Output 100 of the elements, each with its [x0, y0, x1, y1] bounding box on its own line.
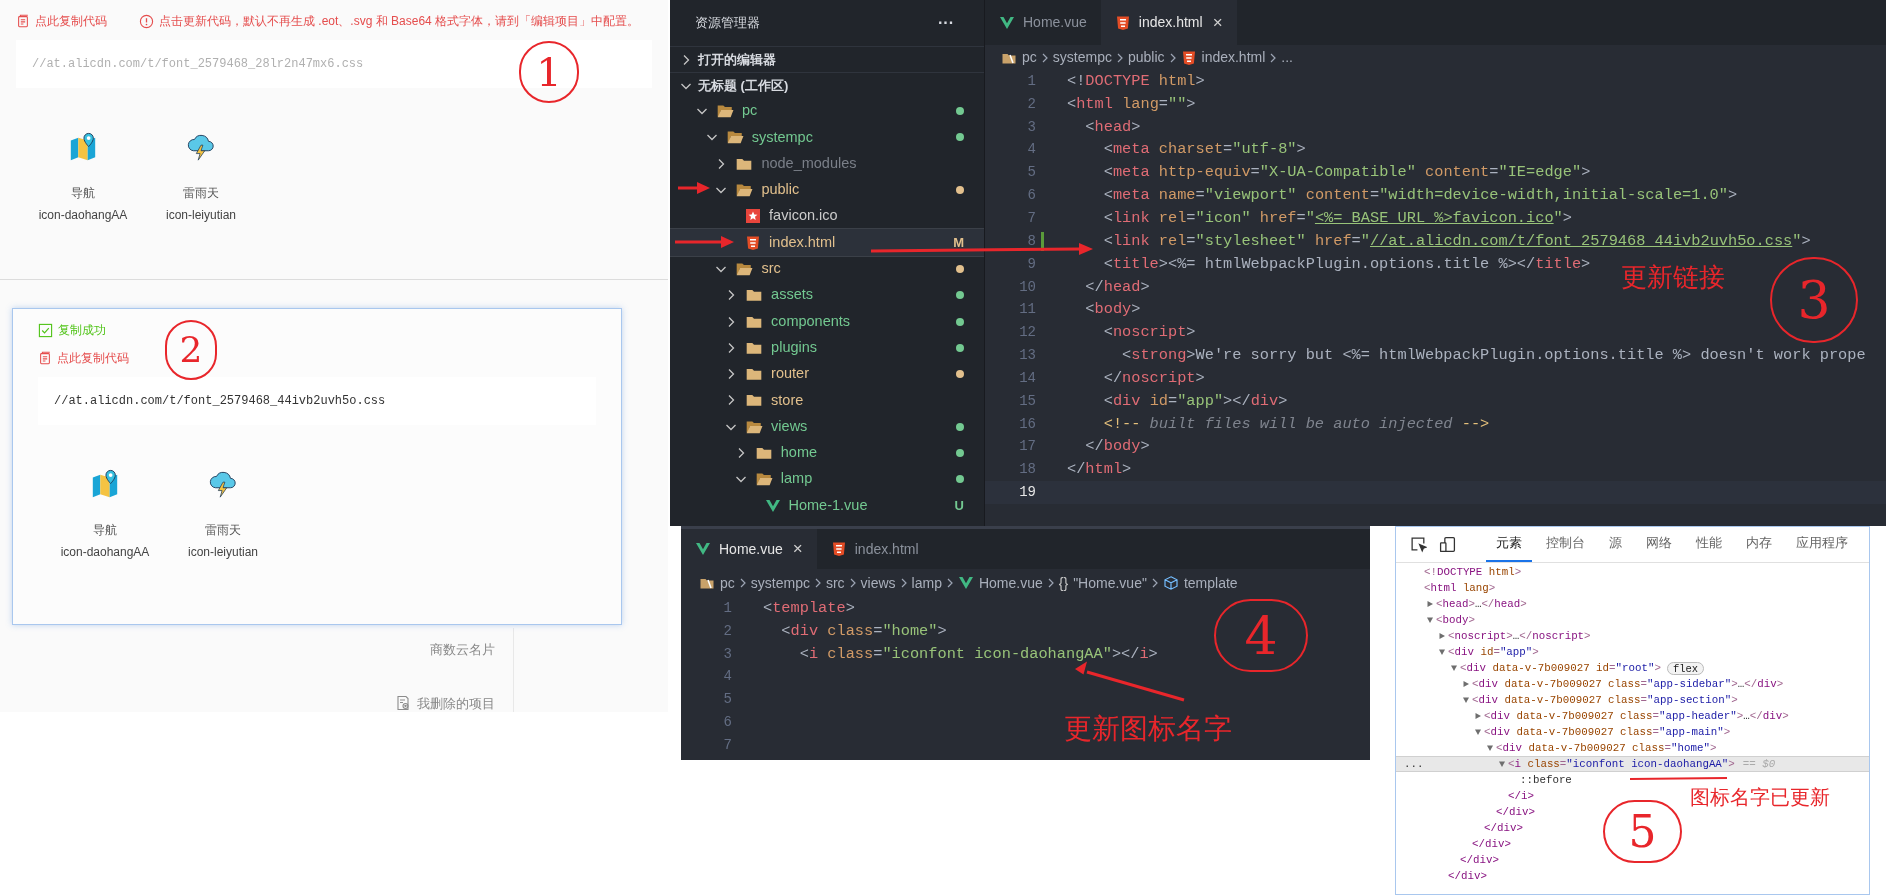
tree-item[interactable]: systempc: [670, 124, 984, 151]
dom-node[interactable]: <!DOCTYPE html>: [1396, 564, 1526, 580]
checkbox-icon: [38, 322, 53, 338]
copy-code-link[interactable]: 点此复制代码: [38, 349, 129, 367]
tree-item[interactable]: Home-1.vue U: [670, 492, 984, 519]
code-line: <!-- built files will be auto injected -->: [1102, 413, 1490, 435]
dom-node[interactable]: <div data-v-7b009027 class="home">: [1396, 740, 1721, 756]
editor-tab[interactable]: Home.vue ×: [681, 529, 817, 569]
tree-item[interactable]: components: [670, 308, 984, 335]
more-button[interactable]: ···: [938, 11, 954, 35]
breadcrumb-item[interactable]: pc: [699, 572, 735, 594]
devtools-tab[interactable]: 网络: [1636, 527, 1682, 562]
layout-badge[interactable]: flex: [1666, 661, 1705, 675]
breadcrumb-item[interactable]: views: [860, 572, 896, 594]
dom-node[interactable]: </div>: [1396, 804, 1539, 820]
collapsed-triangle-icon[interactable]: [1438, 632, 1446, 640]
expanded-triangle-icon[interactable]: [1474, 728, 1482, 736]
breadcrumb-item[interactable]: src: [825, 572, 845, 594]
menu-item[interactable]: 我删除的项目: [395, 693, 495, 713]
dom-node[interactable]: </div>: [1396, 868, 1491, 884]
devtools-tab[interactable]: 元素: [1486, 527, 1532, 562]
close-button[interactable]: ×: [792, 536, 803, 562]
tree-item[interactable]: views: [670, 413, 984, 440]
breadcrumb-item[interactable]: systempc: [1052, 47, 1112, 68]
dom-node[interactable]: <html lang>: [1396, 580, 1500, 596]
annotation-note: 图标名字已更新: [1690, 784, 1830, 811]
devtools-tab[interactable]: 性能: [1686, 527, 1732, 562]
dom-node[interactable]: </div>: [1396, 836, 1515, 852]
tree-item[interactable]: pc: [670, 98, 984, 125]
icon-label: 导航: [93, 522, 117, 539]
dom-node[interactable]: <head>…</head>: [1396, 596, 1531, 612]
code-line: <!DOCTYPE html>: [1067, 70, 1205, 92]
tree-item[interactable]: plugins: [670, 334, 984, 361]
devtools-tab[interactable]: 内存: [1736, 527, 1782, 562]
line-number: 6: [722, 713, 732, 733]
dom-node[interactable]: <body>: [1396, 612, 1479, 628]
breadcrumb-item[interactable]: {} "Home.vue": [1058, 572, 1147, 594]
tree-item[interactable]: store: [670, 387, 984, 414]
tree-item[interactable]: src: [670, 255, 984, 283]
dom-node[interactable]: <div id="app">: [1396, 644, 1543, 660]
menu-item[interactable]: 商数云名片: [430, 640, 495, 660]
circled-number: 1: [519, 41, 579, 103]
line-number: 4: [1026, 140, 1036, 160]
circled-number: 2: [165, 320, 217, 380]
tree-item[interactable]: assets: [670, 282, 984, 309]
collapsed-triangle-icon[interactable]: [1426, 600, 1434, 608]
line-number: 8: [1026, 231, 1036, 251]
dom-node[interactable]: <noscript>…</noscript>: [1396, 628, 1595, 644]
breadcrumb-item[interactable]: Home.vue: [957, 572, 1043, 594]
dom-node[interactable]: <div data-v-7b009027 class="app-main">: [1396, 724, 1735, 740]
dom-node[interactable]: <div data-v-7b009027 class="app-header">…</div>: [1396, 708, 1793, 724]
dom-node[interactable]: <div data-v-7b009027 id="root"> flex: [1396, 660, 1709, 676]
css-link-text: //at.alicdn.com/t/font_2579468_44ivb2uvh5o.css: [54, 393, 386, 410]
code-line: <link rel="icon" href="<%= BASE_URL %>favicon.ico">: [1102, 208, 1572, 229]
dom-node[interactable]: </div>: [1396, 852, 1503, 868]
section-header[interactable]: 打开的编辑器: [670, 46, 984, 72]
circled-number: 3: [1770, 257, 1858, 343]
editor-tab[interactable]: index.html ×: [1100, 0, 1237, 45]
expanded-triangle-icon[interactable]: [1486, 744, 1494, 752]
dom-node[interactable]: ::before: [1396, 772, 1576, 788]
devtools-tab[interactable]: 应用程序: [1786, 527, 1858, 562]
inspect-icon[interactable]: [1410, 536, 1427, 553]
expanded-triangle-icon[interactable]: [1438, 648, 1446, 656]
expanded-triangle-icon[interactable]: [1450, 664, 1458, 672]
line-number: 15: [1018, 391, 1036, 411]
copy-code-link[interactable]: 点此复制代码: [16, 12, 107, 30]
cloud-lightning-icon: [186, 132, 216, 162]
close-button[interactable]: ×: [1212, 9, 1223, 36]
breadcrumb-item[interactable]: systempc: [750, 572, 810, 594]
annotation-note: 更新图标名字: [1064, 711, 1232, 747]
breadcrumb-item[interactable]: ...: [1281, 47, 1293, 68]
breadcrumb-item[interactable]: template: [1162, 572, 1238, 594]
explorer-title: 资源管理器: [695, 14, 760, 33]
collapsed-triangle-icon[interactable]: [1462, 680, 1470, 688]
tree-item[interactable]: lamp: [670, 466, 984, 493]
tree-item[interactable]: public: [670, 176, 984, 204]
expanded-triangle-icon[interactable]: [1498, 760, 1506, 768]
expanded-triangle-icon[interactable]: [1426, 616, 1434, 624]
dom-node[interactable]: ... <i class="iconfont icon-daohangAA"> == $0: [1396, 756, 1869, 772]
tree-item[interactable]: index.html M: [670, 229, 984, 256]
devtools-tab[interactable]: 控制台: [1536, 527, 1595, 562]
collapsed-triangle-icon[interactable]: [1474, 712, 1482, 720]
html-file-icon: [830, 541, 847, 557]
dom-node[interactable]: </i>: [1396, 788, 1538, 804]
breadcrumb-item[interactable]: index.html: [1180, 47, 1266, 68]
device-icon[interactable]: [1439, 536, 1456, 553]
tree-item[interactable]: router: [670, 360, 984, 388]
tree-item[interactable]: node_modules: [670, 150, 984, 177]
tree-item[interactable]: favicon.ico: [670, 203, 984, 230]
breadcrumb-item[interactable]: lamp: [911, 572, 942, 594]
dom-node[interactable]: <div data-v-7b009027 class="app-sidebar">…</div>: [1396, 676, 1788, 692]
devtools-tab[interactable]: 源: [1599, 527, 1632, 562]
dom-node[interactable]: </div>: [1396, 820, 1527, 836]
breadcrumb-item[interactable]: public: [1127, 47, 1165, 68]
annotation-note: 更新链接: [1621, 261, 1725, 294]
expanded-triangle-icon[interactable]: [1462, 696, 1470, 704]
breadcrumb-item[interactable]: pc: [1001, 47, 1037, 68]
tree-item[interactable]: home: [670, 439, 984, 467]
section-header[interactable]: 无标题 (工作区): [670, 72, 984, 98]
dom-node[interactable]: <div data-v-7b009027 class="app-section">: [1396, 692, 1742, 708]
